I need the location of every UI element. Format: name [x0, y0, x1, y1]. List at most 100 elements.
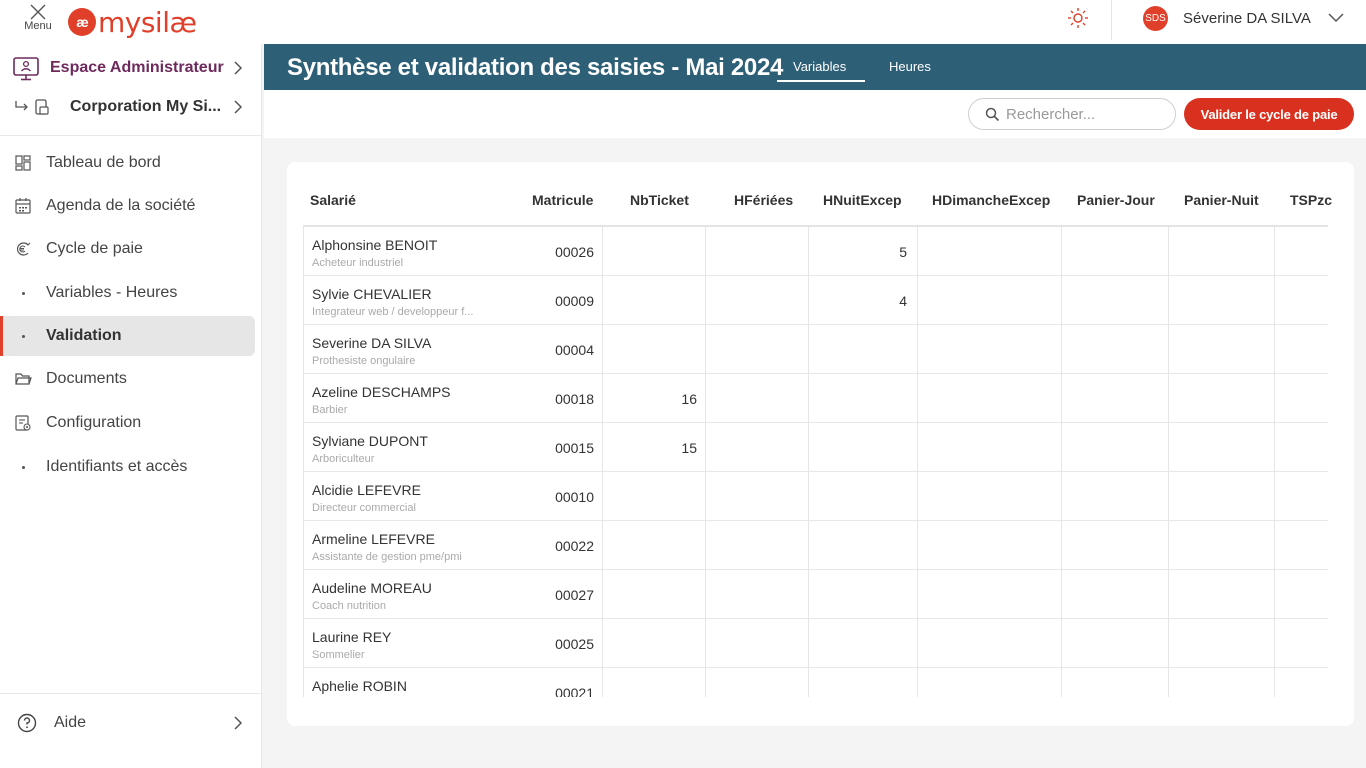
column-divider [705, 619, 706, 668]
table-row[interactable]: Aphelie ROBIN 00021 [303, 668, 1328, 697]
column-divider [917, 227, 918, 276]
bullet-icon [22, 292, 25, 295]
column-header-panier-nuit[interactable]: Panier-Nuit [1184, 192, 1259, 208]
page-title: Synthèse et validation des saisies - Mai… [287, 54, 784, 81]
employee-cell: Laurine REY Sommelier 00025 [303, 619, 602, 668]
employee-role: Arboriculteur [312, 453, 375, 465]
table-row[interactable]: Laurine REY Sommelier 00025 [303, 619, 1328, 668]
company-label: Corporation My Si... [70, 98, 222, 115]
sub-arrow-icon [15, 101, 28, 111]
close-icon [30, 4, 46, 20]
search-input[interactable] [1006, 105, 1166, 123]
hnuitexcep-cell[interactable]: 4 [811, 293, 907, 309]
sidebar-item-credentials[interactable]: Identifiants et accès [0, 447, 255, 487]
euro-cycle-icon [17, 242, 31, 256]
table-row[interactable]: Alphonsine BENOIT Acheteur industriel 0002… [303, 227, 1328, 276]
column-divider [808, 423, 809, 472]
employee-role: Acheteur industriel [312, 257, 404, 269]
sidebar-item-configuration[interactable]: Configuration [0, 403, 255, 443]
column-header-hnuitexcep[interactable]: HNuitExcep [823, 192, 902, 208]
nbticket-cell[interactable]: 16 [605, 391, 697, 407]
column-divider [808, 570, 809, 619]
sidebar-separator [0, 135, 262, 136]
column-header-hferiees[interactable]: HFériées [734, 192, 793, 208]
employee-matricule: 00022 [555, 538, 594, 554]
mysilae-logo[interactable]: æ mysilæ [68, 4, 197, 40]
column-divider [602, 668, 603, 697]
tab-heures[interactable]: Heures [889, 59, 931, 74]
column-divider [1168, 325, 1169, 374]
toolbar: Valider le cycle de paie [264, 90, 1366, 138]
column-divider [1061, 423, 1062, 472]
admin-space-selector[interactable]: Espace Administrateur [0, 48, 262, 88]
sidebar-item-validation[interactable]: Validation [0, 316, 255, 356]
sidebar: Espace Administrateur Corporation My Si.… [0, 44, 262, 768]
sidebar-item-variables-hours[interactable]: Variables - Heures [0, 273, 255, 313]
sidebar-item-label: Agenda de la société [46, 197, 196, 214]
column-divider [917, 325, 918, 374]
column-header-tspzc[interactable]: TSPzc [1290, 192, 1332, 208]
sidebar-item-label: Configuration [46, 414, 142, 431]
column-header-salarie[interactable]: Salarié [310, 192, 356, 208]
theme-toggle-button[interactable] [1066, 6, 1090, 30]
employee-name: Alcidie LEFEVRE [312, 482, 421, 498]
employee-cell: Aphelie ROBIN 00021 [303, 668, 602, 697]
sidebar-item-label: Tableau de bord [46, 154, 161, 171]
sidebar-item-label: Cycle de paie [46, 240, 143, 257]
column-divider [705, 276, 706, 325]
column-divider [1168, 570, 1169, 619]
employee-matricule: 00010 [555, 489, 594, 505]
sidebar-item-documents[interactable]: Documents [0, 359, 255, 399]
folder-icon [15, 373, 32, 385]
table-row[interactable]: Sylviane DUPONT Arboriculteur 00015 15 [303, 423, 1328, 472]
help-icon [17, 713, 37, 733]
table-row[interactable]: Severine DA SILVA Prothesiste ongulaire 00… [303, 325, 1328, 374]
sidebar-item-agenda[interactable]: Agenda de la société [0, 186, 255, 226]
table-row[interactable]: Armeline LEFEVRE Assistante de gestion pm… [303, 521, 1328, 570]
help-menu[interactable]: Aide [0, 703, 262, 743]
column-header-matricule[interactable]: Matricule [532, 192, 593, 208]
employee-name: Aphelie ROBIN [312, 678, 407, 694]
user-menu-chevron[interactable] [1326, 10, 1346, 26]
employee-role: Barbier [312, 404, 348, 416]
column-divider [602, 423, 603, 472]
column-divider [1061, 619, 1062, 668]
column-divider [705, 374, 706, 423]
sidebar-item-dashboard[interactable]: Tableau de bord [0, 143, 255, 183]
table-row[interactable]: Audeline MOREAU Coach nutrition 00027 [303, 570, 1328, 619]
employee-matricule: 00021 [555, 685, 594, 697]
column-divider [1274, 227, 1275, 276]
tab-variables[interactable]: Variables [793, 59, 846, 74]
employee-cell: Armeline LEFEVRE Assistante de gestion pm… [303, 521, 602, 570]
hnuitexcep-cell[interactable]: 5 [811, 244, 907, 260]
column-divider [1274, 619, 1275, 668]
column-header-hdimancheexcep[interactable]: HDimancheExcep [932, 192, 1050, 208]
employee-cell: Alcidie LEFEVRE Directeur commercial 00010 [303, 472, 602, 521]
column-divider [917, 521, 918, 570]
table-row[interactable]: Alcidie LEFEVRE Directeur commercial 00010 [303, 472, 1328, 521]
employee-matricule: 00015 [555, 440, 594, 456]
employee-matricule: 00004 [555, 342, 594, 358]
employee-cell: Audeline MOREAU Coach nutrition 00027 [303, 570, 602, 619]
column-divider [1274, 570, 1275, 619]
menu-button[interactable]: Menu [18, 2, 58, 42]
chevron-right-icon [234, 716, 243, 730]
column-divider [1274, 276, 1275, 325]
table-row[interactable]: Sylvie CHEVALIER Integrateur web / develo… [303, 276, 1328, 325]
employee-matricule: 00009 [555, 293, 594, 309]
user-avatar[interactable]: SDS [1143, 6, 1168, 31]
column-header-panier-jour[interactable]: Panier-Jour [1077, 192, 1155, 208]
column-header-nbticket[interactable]: NbTicket [630, 192, 689, 208]
employee-matricule: 00027 [555, 587, 594, 603]
column-divider [705, 325, 706, 374]
sidebar-item-label: Identifiants et accès [46, 458, 188, 475]
nbticket-cell[interactable]: 15 [605, 440, 697, 456]
validate-payroll-button[interactable]: Valider le cycle de paie [1184, 98, 1354, 130]
table-row[interactable]: Azeline DESCHAMPS Barbier 00018 16 [303, 374, 1328, 423]
chevron-right-icon [234, 100, 243, 114]
user-name[interactable]: Séverine DA SILVA [1183, 10, 1311, 27]
sidebar-item-payroll-cycle[interactable]: Cycle de paie [0, 229, 255, 269]
sidebar-separator [0, 693, 262, 694]
employee-matricule: 00026 [555, 244, 594, 260]
company-selector[interactable]: Corporation My Si... [0, 87, 262, 127]
